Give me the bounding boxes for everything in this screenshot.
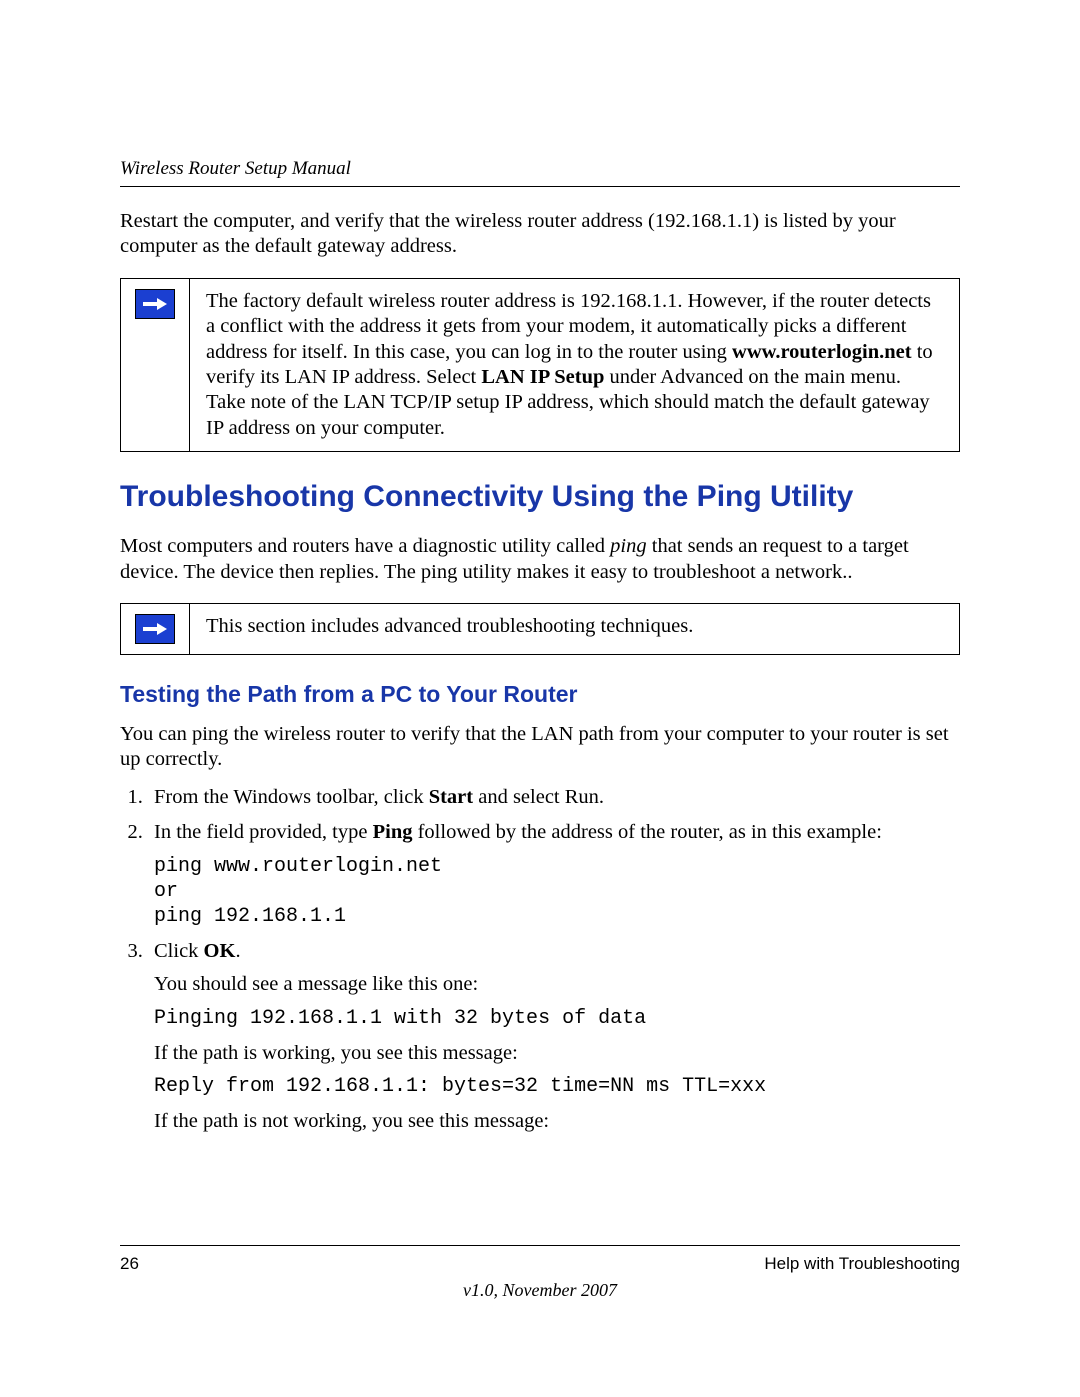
step2-pre: In the field provided, type [154,821,373,843]
step2-post: followed by the address of the router, a… [412,821,881,843]
header-rule [120,186,960,187]
ping-pre: Most computers and routers have a diagno… [120,535,610,557]
step3-pre: Click [154,940,204,962]
step3-p3: If the path is not working, you see this… [154,1109,960,1134]
ping-italic: ping [610,535,646,557]
note-icon-cell [121,604,190,654]
note-text: This section includes advanced troublesh… [190,604,709,654]
note1-bold2: LAN IP Setup [481,366,604,388]
note-text: The factory default wireless router addr… [190,279,959,451]
step1-pre: From the Windows toolbar, click [154,786,429,808]
document-page: Wireless Router Setup Manual Restart the… [0,0,1080,1397]
running-header: Wireless Router Setup Manual [120,158,960,186]
section-heading: Troubleshooting Connectivity Using the P… [120,480,960,514]
note1-bold1: www.routerlogin.net [732,341,912,363]
step1-post: and select Run. [473,786,604,808]
step3-code1: Pinging 192.168.1.1 with 32 bytes of dat… [154,1006,960,1031]
testing-paragraph: You can ping the wireless router to veri… [120,722,960,773]
step-1: From the Windows toolbar, click Start an… [148,785,960,810]
note-icon-cell [121,279,190,451]
intro-paragraph: Restart the computer, and verify that th… [120,209,960,260]
note-arrow-icon [135,614,175,644]
step2-code: ping www.routerlogin.net or ping 192.168… [154,854,960,929]
step3-bold: OK [204,940,236,962]
step3-post: . [235,940,240,962]
page-number: 26 [120,1254,139,1274]
note-box-1: The factory default wireless router addr… [120,278,960,452]
step3-p2: If the path is working, you see this mes… [154,1041,960,1066]
doc-version: v1.0, November 2007 [120,1280,960,1301]
step3-p1: You should see a message like this one: [154,972,960,997]
step-2: In the field provided, type Ping followe… [148,820,960,928]
note-box-2: This section includes advanced troublesh… [120,603,960,655]
step2-bold: Ping [373,821,413,843]
page-footer: 26 Help with Troubleshooting v1.0, Novem… [120,1245,960,1301]
step-3: Click OK. You should see a message like … [148,939,960,1135]
step1-bold: Start [429,786,473,808]
chapter-title: Help with Troubleshooting [764,1254,960,1274]
ping-paragraph: Most computers and routers have a diagno… [120,534,960,585]
subsection-heading: Testing the Path from a PC to Your Route… [120,681,960,708]
step3-code2: Reply from 192.168.1.1: bytes=32 time=NN… [154,1074,960,1099]
footer-rule [120,1245,960,1246]
step-list: From the Windows toolbar, click Start an… [120,785,960,1134]
note-arrow-icon [135,289,175,319]
